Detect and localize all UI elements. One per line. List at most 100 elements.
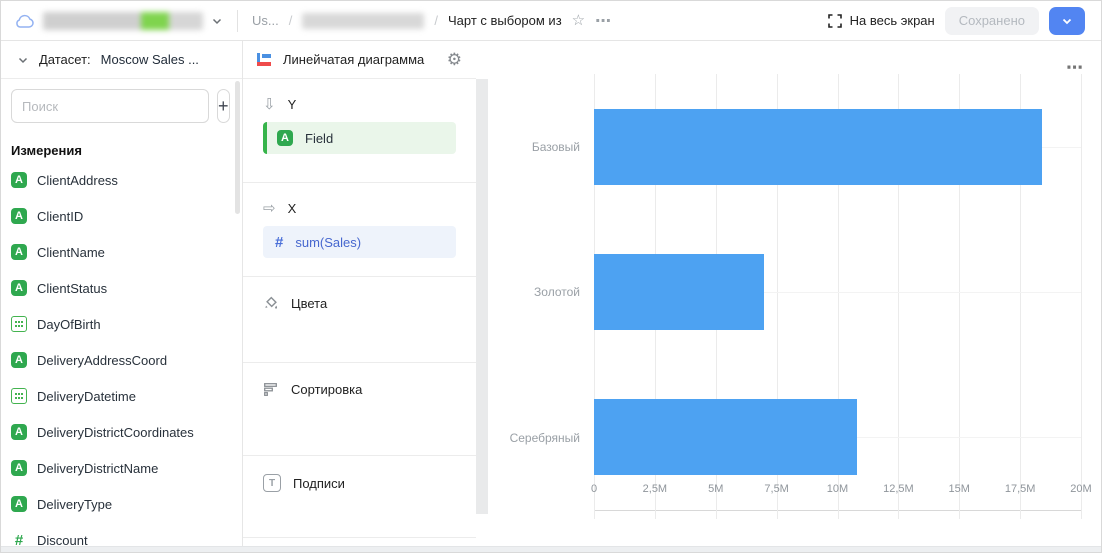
sort-section-label: Сортировка (291, 382, 362, 397)
sort-icon (263, 381, 279, 397)
date-field-icon (11, 316, 27, 332)
redacted-breadcrumb-item[interactable] (302, 13, 424, 29)
axis-tick-label: 5M (708, 483, 723, 495)
dataset-field-item[interactable]: A ClientAddress (1, 162, 242, 198)
chevron-down-icon (17, 54, 29, 66)
dataset-panel: Датасет: Moscow Sales ... + Измерения A … (1, 41, 243, 553)
header-actions: На весь экран Сохранено (828, 7, 1085, 35)
section-colors[interactable]: Цвета (243, 277, 476, 363)
colors-section-label: Цвета (291, 296, 327, 311)
bar-chart-type-icon (257, 53, 273, 67)
date-field-icon (11, 388, 27, 404)
dataset-field-item[interactable]: A ClientName (1, 234, 242, 270)
dataset-field-item[interactable]: A ClientID (1, 198, 242, 234)
string-field-icon: A (11, 460, 27, 476)
section-y: ⇩ Y A Field (243, 79, 476, 183)
section-x: ⇨ X # sum(Sales) (243, 183, 476, 277)
dataset-selector[interactable]: Датасет: Moscow Sales ... (1, 41, 242, 79)
dataset-name[interactable]: Moscow Sales ... (101, 52, 199, 67)
gridline (1081, 74, 1082, 519)
chart-category-row (594, 74, 1081, 219)
fullscreen-label: На весь экран (850, 13, 935, 28)
dataset-field-item[interactable]: DeliveryDatetime (1, 378, 242, 414)
fields-list: A ClientAddress A ClientID A ClientName … (1, 160, 242, 553)
dataset-field-item[interactable]: A DeliveryDistrictCoordinates (1, 414, 242, 450)
fields-scrollbar[interactable] (235, 81, 240, 214)
chart-type-label[interactable]: Линейчатая диаграмма (283, 52, 424, 67)
field-name: DeliveryAddressCoord (37, 353, 167, 368)
search-input[interactable] (11, 89, 209, 123)
more-actions-icon[interactable]: ⋯ (595, 11, 613, 31)
add-field-button[interactable]: + (217, 89, 230, 123)
text-labels-icon: T (263, 474, 281, 492)
saved-button[interactable]: Сохранено (945, 7, 1039, 35)
axis-tick-label: 15M (949, 483, 970, 495)
string-field-icon: A (277, 130, 293, 146)
header-divider (237, 10, 238, 32)
string-field-icon: A (11, 424, 27, 440)
category-label: Серебряный (488, 365, 594, 511)
field-name: ClientName (37, 245, 105, 260)
fullscreen-button[interactable]: На весь экран (828, 13, 935, 28)
field-name: DeliveryDistrictName (37, 461, 158, 476)
section-labels[interactable]: T Подписи (243, 456, 476, 538)
field-name: ClientAddress (37, 173, 118, 188)
chevron-down-icon (211, 15, 223, 27)
dataset-field-item[interactable]: DayOfBirth (1, 306, 242, 342)
chart-bar[interactable] (594, 399, 857, 475)
chart-bar[interactable] (594, 109, 1042, 185)
dataset-field-item[interactable]: A DeliveryAddressCoord (1, 342, 242, 378)
chevron-down-icon (1061, 15, 1073, 27)
breadcrumb: Us... / / Чарт с выбором из ☆ ⋯ (252, 11, 613, 31)
string-field-icon: A (11, 352, 27, 368)
cloud-icon (15, 14, 35, 28)
category-label: Базовый (488, 74, 594, 220)
string-field-icon: A (11, 280, 27, 296)
chart-type-header: Линейчатая диаграмма ⚙ (243, 41, 476, 79)
value-axis: 02,5M5M7,5M10M12,5M15M17,5M20M (594, 483, 1081, 497)
labels-section-label: Подписи (293, 476, 345, 491)
panel-splitter[interactable] (476, 41, 488, 553)
field-name: ClientStatus (37, 281, 107, 296)
category-label: Золотой (488, 220, 594, 366)
chart-bar[interactable] (594, 254, 764, 330)
chart-preview-panel: ⋯ БазовыйЗолотойСеребряный 02,5M5M7,5M10… (488, 41, 1101, 553)
dataset-field-item[interactable]: A DeliveryDistrictName (1, 450, 242, 486)
category-axis: БазовыйЗолотойСеребряный (488, 74, 594, 511)
y-chip-label: Field (305, 131, 333, 146)
string-field-icon: A (11, 244, 27, 260)
axis-tick-label: 0 (591, 483, 597, 495)
favorite-star-icon[interactable]: ☆ (572, 13, 585, 28)
dataset-label: Датасет: (39, 52, 91, 67)
redacted-workspace-name (43, 12, 203, 30)
x-field-chip[interactable]: # sum(Sales) (263, 226, 456, 258)
number-field-icon: # (275, 234, 283, 251)
y-field-chip[interactable]: A Field (263, 122, 456, 154)
breadcrumb-separator: / (289, 13, 293, 28)
field-name: DeliveryDatetime (37, 389, 136, 404)
datalens-wizard-window: Us... / / Чарт с выбором из ☆ ⋯ На весь … (0, 0, 1102, 553)
workspace-selector[interactable] (15, 12, 223, 30)
dataset-field-item[interactable]: A ClientStatus (1, 270, 242, 306)
field-name: DayOfBirth (37, 317, 101, 332)
field-name: ClientID (37, 209, 83, 224)
breadcrumb-item-users[interactable]: Us... (252, 13, 279, 28)
y-section-label: Y (288, 97, 297, 112)
axis-tick-label: 12,5M (883, 483, 914, 495)
horizontal-scrollbar[interactable] (1, 546, 1101, 552)
dimensions-section-title: Измерения (11, 143, 226, 158)
save-dropdown-button[interactable] (1049, 7, 1085, 35)
plot-area (594, 74, 1081, 511)
paint-bucket-icon (263, 295, 279, 311)
axis-tick-label: 20M (1070, 483, 1091, 495)
axis-tick-label: 17,5M (1005, 483, 1036, 495)
section-sort[interactable]: Сортировка (243, 363, 476, 456)
breadcrumb-separator: / (434, 13, 438, 28)
top-header-bar: Us... / / Чарт с выбором из ☆ ⋯ На весь … (1, 1, 1101, 41)
gear-icon[interactable]: ⚙ (447, 51, 462, 68)
x-chip-label: sum(Sales) (295, 235, 361, 250)
axis-tick-label: 2,5M (643, 483, 667, 495)
dataset-field-item[interactable]: A DeliveryType (1, 486, 242, 522)
field-name: DeliveryType (37, 497, 112, 512)
axis-tick-label: 7,5M (764, 483, 788, 495)
